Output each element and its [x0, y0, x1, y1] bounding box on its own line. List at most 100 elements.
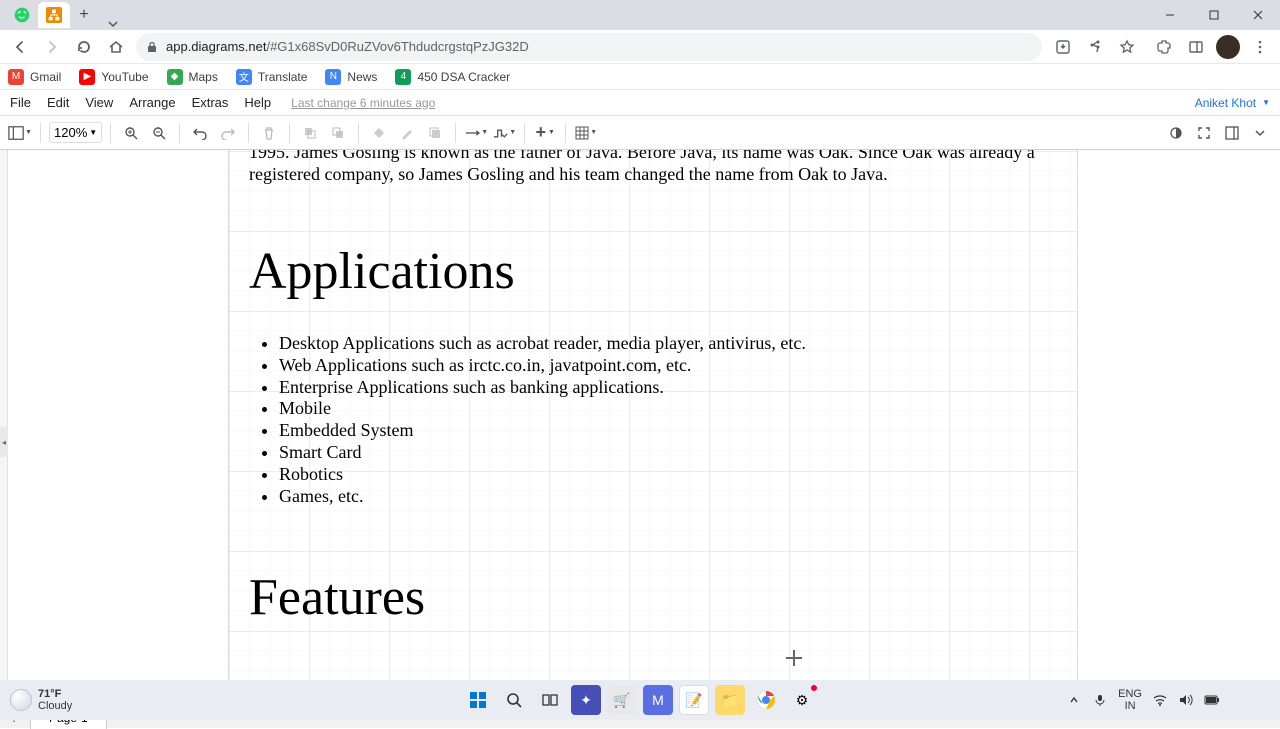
zoom-in-icon[interactable]: [119, 121, 143, 145]
redo-icon[interactable]: [216, 121, 240, 145]
search-button[interactable]: [499, 685, 529, 715]
tray-battery-icon[interactable]: [1204, 692, 1220, 708]
diagram-page[interactable]: 1995. James Gosling is known as the fath…: [228, 150, 1078, 704]
sidepanel-icon[interactable]: [1184, 35, 1208, 59]
task-view-button[interactable]: [535, 685, 565, 715]
to-back-icon[interactable]: [326, 121, 350, 145]
list-item: Smart Card: [279, 442, 1057, 464]
menu-arrange[interactable]: Arrange: [129, 95, 175, 110]
intro-paragraph: 1995. James Gosling is known as the fath…: [249, 150, 1057, 186]
weather-cond: Cloudy: [38, 700, 72, 712]
lock-icon: [146, 41, 158, 53]
share-icon[interactable]: [1082, 34, 1108, 60]
system-tray: ENG IN: [1066, 688, 1270, 712]
weather-widget[interactable]: 71°F Cloudy: [10, 688, 72, 712]
list-item: Web Applications such as irctc.co.in, ja…: [279, 355, 1057, 377]
tray-mic-icon[interactable]: [1092, 692, 1108, 708]
weather-temp: 71°F: [38, 688, 72, 700]
language-indicator[interactable]: ENG IN: [1118, 688, 1142, 712]
waypoints-icon[interactable]: ▼: [492, 121, 516, 145]
window-controls: [1148, 0, 1280, 30]
taskbar-app-1[interactable]: ✦: [571, 685, 601, 715]
zoom-out-icon[interactable]: [147, 121, 171, 145]
insert-icon[interactable]: +▼: [533, 121, 557, 145]
username-dropdown-icon[interactable]: ▼: [1262, 98, 1270, 107]
format-toggle-icon[interactable]: [1220, 121, 1244, 145]
minimize-button[interactable]: [1148, 0, 1192, 30]
shadow-icon[interactable]: [423, 121, 447, 145]
delete-icon[interactable]: [257, 121, 281, 145]
bookmark-youtube[interactable]: ▶YouTube: [79, 69, 148, 85]
list-item: Games, etc.: [279, 486, 1057, 508]
bookmark-450dsa[interactable]: 4450 DSA Cracker: [395, 69, 510, 85]
tab-drawio[interactable]: [38, 2, 70, 28]
url-text: app.diagrams.net/#G1x68SvD0RuZVov6Thdudc…: [166, 39, 529, 54]
zoom-select[interactable]: 120%▼: [49, 122, 102, 143]
taskbar-app-3[interactable]: M: [643, 685, 673, 715]
taskbar-app-2[interactable]: 🛒: [607, 685, 637, 715]
forward-button[interactable]: [40, 35, 64, 59]
list-item: Robotics: [279, 464, 1057, 486]
heading-applications: Applications: [249, 242, 1057, 301]
taskbar-app-6[interactable]: ⚙: [787, 685, 817, 715]
start-button[interactable]: [463, 685, 493, 715]
theme-icon[interactable]: [1164, 121, 1188, 145]
table-icon[interactable]: ▼: [574, 121, 598, 145]
bookmark-gmail[interactable]: MGmail: [8, 69, 61, 85]
tray-wifi-icon[interactable]: [1152, 692, 1168, 708]
tab-strip: +: [0, 0, 98, 30]
menu-extras[interactable]: Extras: [192, 95, 229, 110]
extensions-icon[interactable]: [1152, 35, 1176, 59]
menu-edit[interactable]: Edit: [47, 95, 69, 110]
list-item: Mobile: [279, 398, 1057, 420]
bookmark-maps[interactable]: ◆Maps: [167, 69, 218, 85]
maximize-button[interactable]: [1192, 0, 1236, 30]
connection-icon[interactable]: ▼: [464, 121, 488, 145]
undo-icon[interactable]: [188, 121, 212, 145]
weather-icon: [10, 689, 32, 711]
tray-volume-icon[interactable]: [1178, 692, 1194, 708]
menu-view[interactable]: View: [85, 95, 113, 110]
chrome-menu-icon[interactable]: [1248, 35, 1272, 59]
list-item: Desktop Applications such as acrobat rea…: [279, 333, 1057, 355]
close-button[interactable]: [1236, 0, 1280, 30]
sidebar-toggle-icon[interactable]: ▼: [8, 121, 32, 145]
app-toolbar: ▼ 120%▼ ▼ ▼ +▼ ▼: [0, 116, 1280, 150]
menu-help[interactable]: Help: [244, 95, 271, 110]
address-bar: app.diagrams.net/#G1x68SvD0RuZVov6Thdudc…: [0, 30, 1280, 64]
home-button[interactable]: [104, 35, 128, 59]
bookmark-star-icon[interactable]: [1114, 34, 1140, 60]
taskbar-explorer[interactable]: 📁: [715, 685, 745, 715]
reload-button[interactable]: [72, 35, 96, 59]
taskbar-app-4[interactable]: 📝: [679, 685, 709, 715]
url-field[interactable]: app.diagrams.net/#G1x68SvD0RuZVov6Thdudc…: [136, 33, 1042, 61]
windows-taskbar: 71°F Cloudy ✦ 🛒 M 📝 📁 ⚙ ENG IN: [0, 680, 1280, 720]
heading-features: Features: [249, 568, 1057, 627]
menu-file[interactable]: File: [10, 95, 31, 110]
collapse-right-icon[interactable]: [1248, 121, 1272, 145]
diagram-canvas[interactable]: 1995. James Gosling is known as the fath…: [8, 150, 1280, 704]
taskbar-center: ✦ 🛒 M 📝 📁 ⚙: [463, 685, 817, 715]
fullscreen-icon[interactable]: [1192, 121, 1216, 145]
panel-collapse-handle[interactable]: ◂: [0, 427, 8, 457]
save-status: Last change 6 minutes ago: [291, 96, 435, 110]
app-menu-bar: File Edit View Arrange Extras Help Last …: [0, 90, 1280, 116]
list-item: Enterprise Applications such as banking …: [279, 377, 1057, 399]
tab-whatsapp[interactable]: [6, 2, 38, 28]
tray-chevron-icon[interactable]: [1066, 692, 1082, 708]
profile-avatar[interactable]: [1216, 35, 1240, 59]
browser-titlebar: +: [0, 0, 1280, 30]
install-app-icon[interactable]: [1050, 34, 1076, 60]
to-front-icon[interactable]: [298, 121, 322, 145]
line-color-icon[interactable]: [395, 121, 419, 145]
bookmark-translate[interactable]: 文Translate: [236, 69, 308, 85]
list-item: Embedded System: [279, 420, 1057, 442]
taskbar-chrome[interactable]: [751, 685, 781, 715]
bookmark-news[interactable]: NNews: [325, 69, 377, 85]
canvas-area: ◂ 1995. James Gosling is known as the fa…: [0, 150, 1280, 704]
tab-overflow-icon[interactable]: [98, 18, 128, 30]
new-tab-button[interactable]: +: [70, 2, 98, 28]
fill-color-icon[interactable]: [367, 121, 391, 145]
back-button[interactable]: [8, 35, 32, 59]
username-link[interactable]: Aniket Khot: [1195, 96, 1256, 110]
